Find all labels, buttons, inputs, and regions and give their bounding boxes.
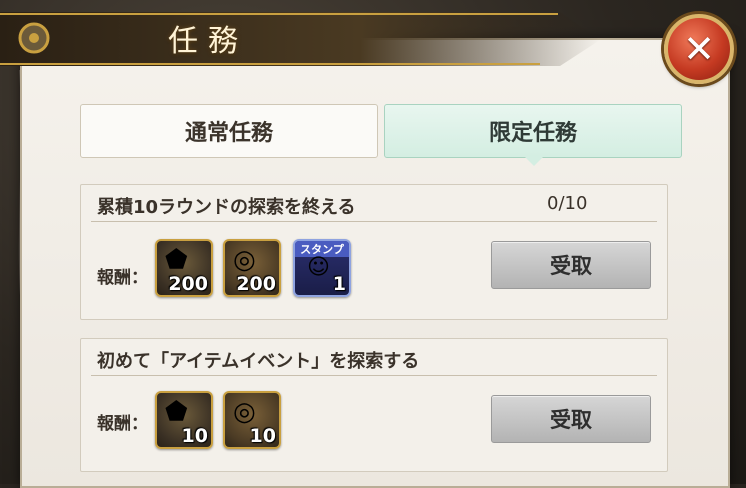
coin-icon: ◎ bbox=[233, 397, 256, 427]
reward-item-coin[interactable]: ◎ 10 bbox=[223, 391, 281, 449]
reward-qty: 200 bbox=[168, 273, 208, 295]
mission-title: 累積10ラウンドの探索を終える bbox=[97, 197, 356, 218]
ore-icon: ⬟ bbox=[165, 397, 188, 427]
close-button[interactable]: ✕ bbox=[664, 14, 734, 84]
stamp-icon: ☺ bbox=[307, 255, 330, 280]
claim-button[interactable]: 受取 bbox=[491, 395, 651, 443]
reward-label: 報酬： bbox=[97, 268, 148, 288]
reward-item-coin[interactable]: ◎ 200 bbox=[223, 239, 281, 297]
divider bbox=[91, 375, 657, 376]
reward-qty: 200 bbox=[236, 273, 276, 295]
reward-label: 報酬： bbox=[97, 414, 148, 434]
mission-progress: 0/10 bbox=[547, 193, 588, 214]
reward-qty: 10 bbox=[181, 425, 208, 447]
title-banner bbox=[0, 12, 600, 66]
page-title: 任務 bbox=[168, 24, 248, 59]
reward-item-stamp[interactable]: スタンプ ☺ 1 bbox=[293, 239, 351, 297]
mission-card: 累積10ラウンドの探索を終える 0/10 報酬： ⬟ 200 ◎ 200 スタン… bbox=[80, 184, 668, 320]
tab-normal-missions[interactable]: 通常任務 bbox=[80, 104, 378, 158]
reward-qty: 10 bbox=[249, 425, 276, 447]
mission-card: 初めて「アイテムイベント」を探索する 報酬： ⬟ 10 ◎ 10 受取 bbox=[80, 338, 668, 472]
claim-button[interactable]: 受取 bbox=[491, 241, 651, 289]
reward-item-ore[interactable]: ⬟ 200 bbox=[155, 239, 213, 297]
divider bbox=[91, 221, 657, 222]
coin-icon: ◎ bbox=[233, 245, 256, 275]
tab-limited-missions[interactable]: 限定任務 bbox=[384, 104, 682, 166]
close-icon: ✕ bbox=[683, 27, 715, 71]
ore-icon: ⬟ bbox=[165, 245, 188, 275]
reward-qty: 1 bbox=[332, 273, 346, 295]
mission-title: 初めて「アイテムイベント」を探索する bbox=[97, 351, 420, 372]
reward-item-ore[interactable]: ⬟ 10 bbox=[155, 391, 213, 449]
